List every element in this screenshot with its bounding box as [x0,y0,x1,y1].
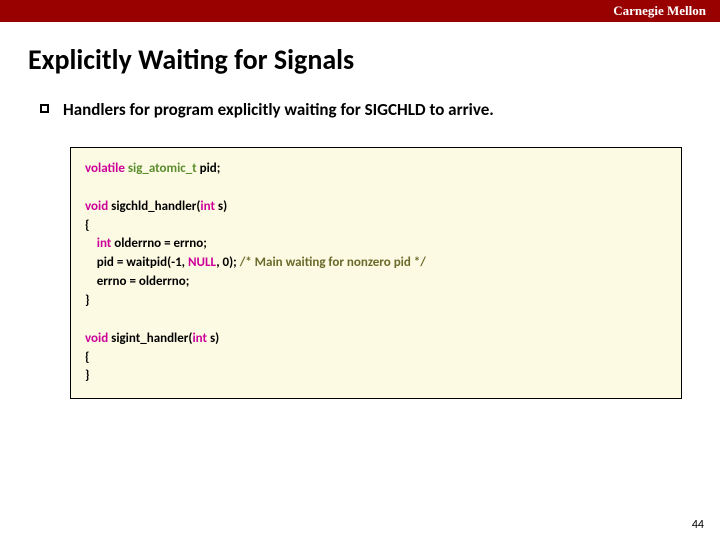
line-pid-pre: pid = waitpid(-1, [85,255,188,270]
param-s: s) [207,331,219,346]
brand-label: Carnegie Mellon [613,3,706,19]
slide-title: Explicitly Waiting for Signals [28,42,720,77]
kw-null: NULL [188,255,216,270]
kw-int: int [85,236,111,251]
bullet-row: Handlers for program explicitly waiting … [40,99,692,121]
kw-int: int [192,331,207,346]
kw-void: void [85,331,108,346]
line-olderrno: olderrno = errno; [111,236,207,251]
brace-close: } [85,292,667,311]
ident-pid: pid; [197,161,221,176]
param-s: s) [215,199,227,214]
line-pid-post: , 0); [216,255,239,270]
brace-open: { [85,349,667,368]
fn-sigint: sigint_handler( [108,331,192,346]
type-sigatomic: sig_atomic_t [128,161,197,176]
line-errno: errno = olderrno; [85,273,667,292]
bullet-icon [40,104,49,113]
brace-close: } [85,367,667,386]
fn-sigchld: sigchld_handler( [108,199,200,214]
brace-open: { [85,217,667,236]
page-number: 44 [692,518,704,532]
body-area: Handlers for program explicitly waiting … [0,99,720,399]
kw-volatile: volatile [85,161,125,176]
bullet-text: Handlers for program explicitly waiting … [63,99,494,121]
kw-void: void [85,199,108,214]
top-bar: Carnegie Mellon [0,0,720,22]
comment-main: /* Main waiting for nonzero pid */ [240,255,426,270]
code-box: volatile sig_atomic_t pid; void sigchld_… [70,147,682,399]
kw-int: int [200,199,215,214]
